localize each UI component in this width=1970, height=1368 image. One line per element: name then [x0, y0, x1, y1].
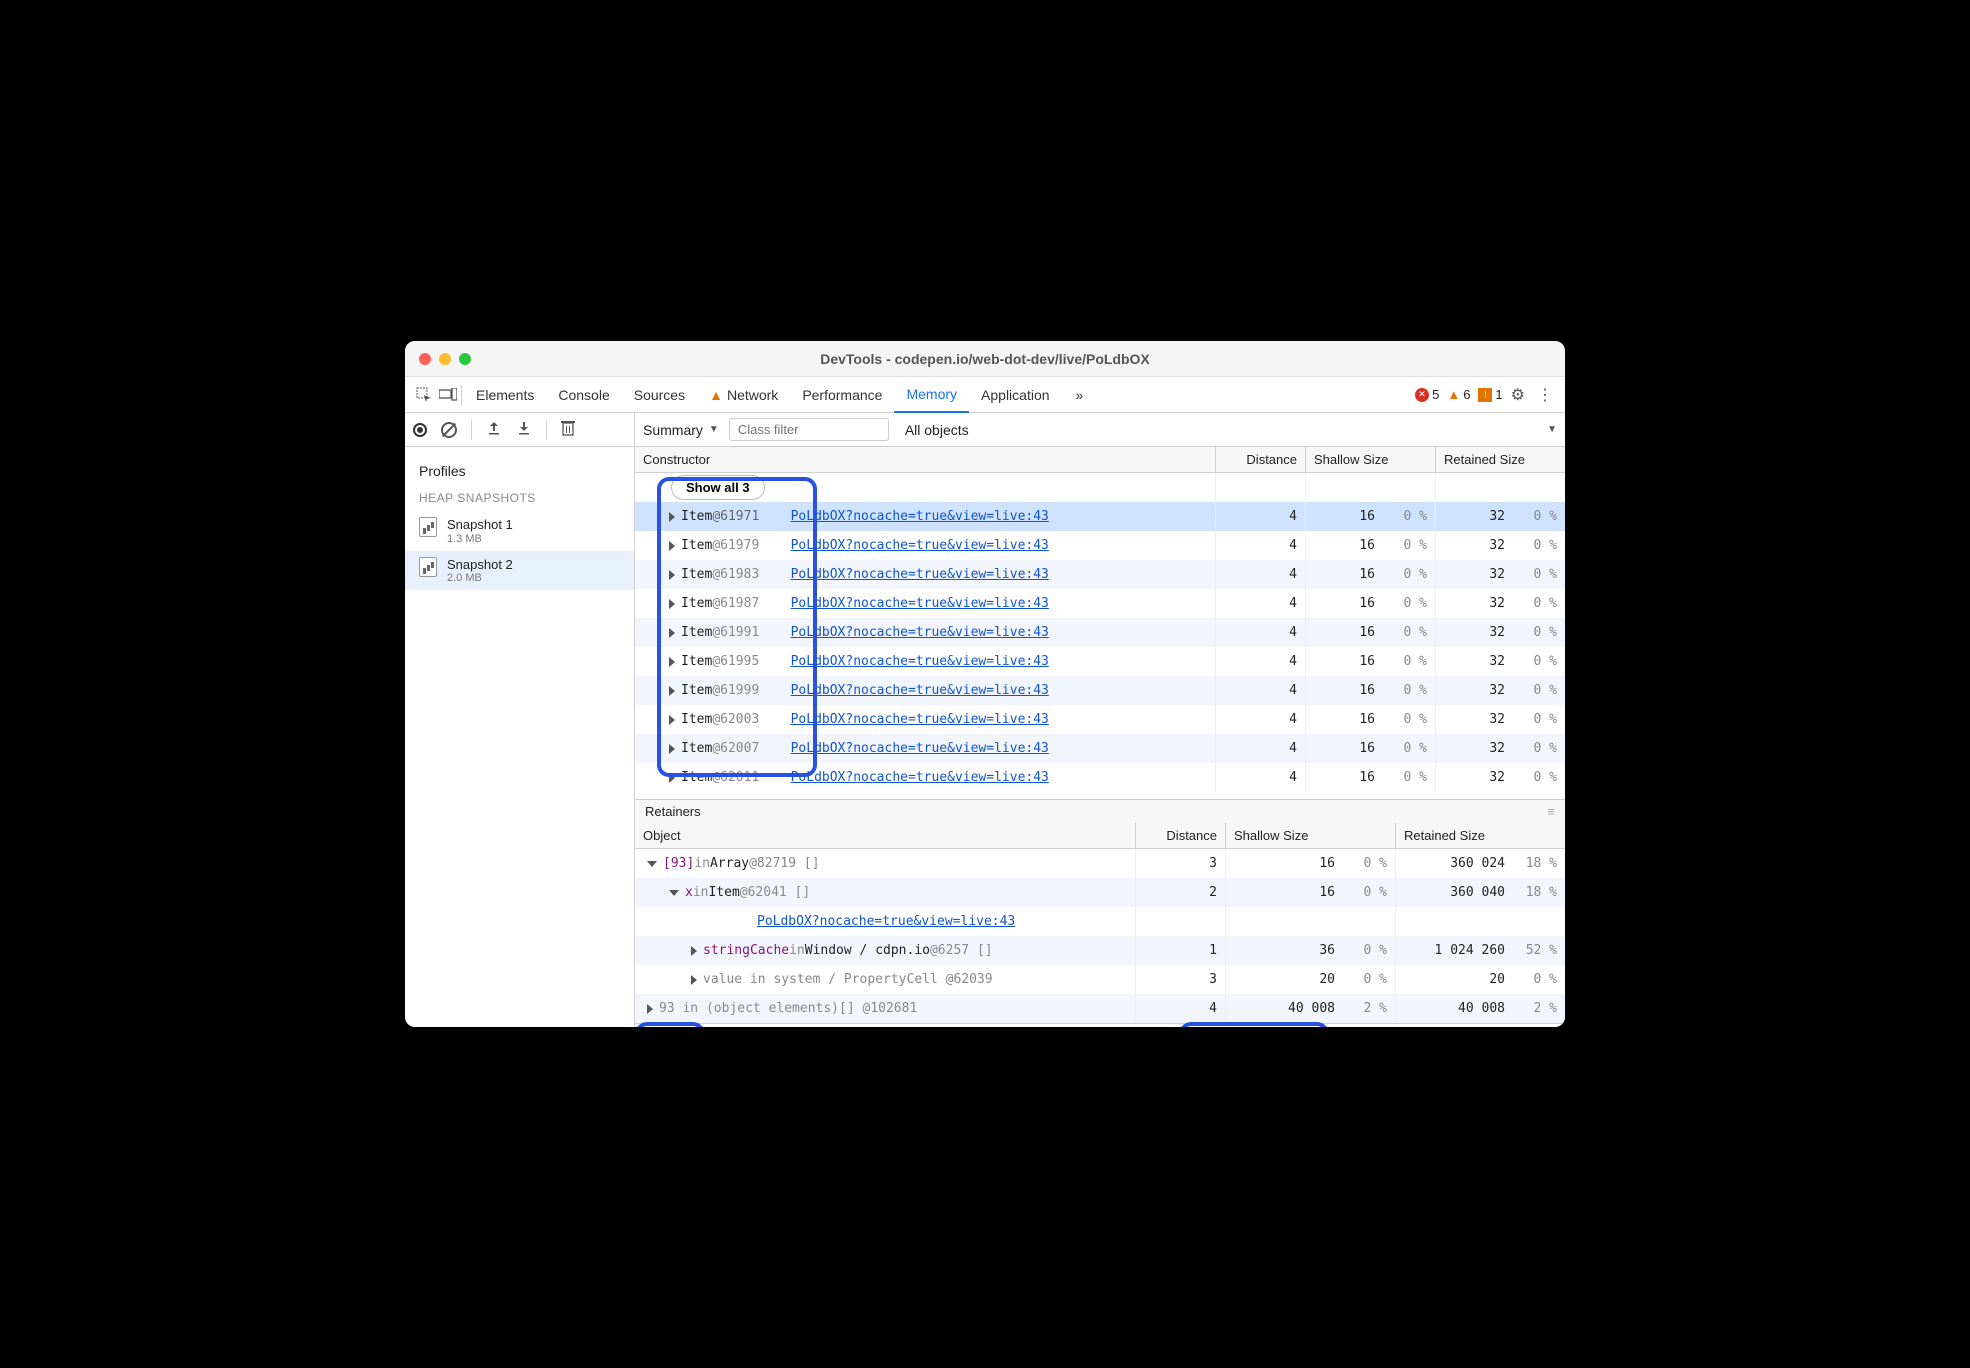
- constructor-row[interactable]: Item @61979 PoLdbOX?nocache=true&view=li…: [635, 531, 1565, 560]
- retainers-menu-icon[interactable]: ≡: [1547, 804, 1555, 819]
- constructor-row[interactable]: Item @62007 PoLdbOX?nocache=true&view=li…: [635, 734, 1565, 763]
- source-link[interactable]: PoLdbOX?nocache=true&view=live:43: [791, 509, 1049, 524]
- devtools-window: DevTools - codepen.io/web-dot-dev/live/P…: [405, 341, 1565, 1027]
- inspect-icon[interactable]: [413, 384, 435, 406]
- source-link[interactable]: PoLdbOX?nocache=true&view=live:43: [791, 596, 1049, 611]
- tab-console[interactable]: Console: [546, 377, 621, 413]
- constructor-grid-header: Constructor Distance Shallow Size Retain…: [635, 447, 1565, 473]
- retainer-row[interactable]: x in Item @62041 []2160 %360 04018 %: [635, 878, 1565, 907]
- tab-network[interactable]: ▲Network: [697, 377, 790, 413]
- retainer-row[interactable]: [93] in Array @82719 []3160 %360 02418 %: [635, 849, 1565, 878]
- titlebar: DevTools - codepen.io/web-dot-dev/live/P…: [405, 341, 1565, 377]
- constructor-row[interactable]: Item @62011 PoLdbOX?nocache=true&view=li…: [635, 763, 1565, 792]
- window-title: DevTools - codepen.io/web-dot-dev/live/P…: [405, 351, 1565, 367]
- more-icon[interactable]: ⋮: [1533, 385, 1557, 405]
- upload-icon[interactable]: [486, 420, 502, 439]
- col-shallow[interactable]: Shallow Size: [1305, 447, 1435, 472]
- constructor-row[interactable]: Item @62003 PoLdbOX?nocache=true&view=li…: [635, 705, 1565, 734]
- source-link[interactable]: PoLdbOX?nocache=true&view=live:43: [791, 712, 1049, 727]
- tab-application[interactable]: Application: [969, 377, 1062, 413]
- snapshot-name: Snapshot 1: [447, 517, 513, 533]
- show-all-row: Show all 3: [635, 473, 1565, 502]
- delete-icon[interactable]: [561, 420, 575, 439]
- constructor-row[interactable]: Item @61987 PoLdbOX?nocache=true&view=li…: [635, 589, 1565, 618]
- overflow-tabs[interactable]: »: [1064, 377, 1096, 413]
- annotation-search-count: [1179, 1022, 1329, 1027]
- class-filter-input[interactable]: [729, 418, 889, 441]
- status-badges: ✕5 ▲6 !1 ⚙ ⋮: [1415, 385, 1557, 405]
- rcol-distance[interactable]: Distance: [1135, 823, 1225, 848]
- col-distance[interactable]: Distance: [1215, 447, 1305, 472]
- retainer-row[interactable]: PoLdbOX?nocache=true&view=live:43: [635, 907, 1565, 936]
- warnings-badge[interactable]: ▲6: [1447, 387, 1470, 402]
- clear-icon[interactable]: [441, 422, 457, 438]
- source-link[interactable]: PoLdbOX?nocache=true&view=live:43: [791, 538, 1049, 553]
- search-bar: ✕ 6 of 20012 ˄ ˅ Aa Cancel: [635, 1023, 1565, 1027]
- constructor-row[interactable]: Item @61995 PoLdbOX?nocache=true&view=li…: [635, 647, 1565, 676]
- constructor-row[interactable]: Item @61983 PoLdbOX?nocache=true&view=li…: [635, 560, 1565, 589]
- col-constructor[interactable]: Constructor: [635, 447, 1215, 472]
- profiles-heading: Profiles: [405, 457, 634, 485]
- snapshot-size: 2.0 MB: [447, 572, 513, 584]
- source-link[interactable]: PoLdbOX?nocache=true&view=live:43: [791, 625, 1049, 640]
- main-pane: Constructor Distance Shallow Size Retain…: [635, 447, 1565, 1027]
- retainer-row[interactable]: 93 in (object elements)[] @102681440 008…: [635, 994, 1565, 1023]
- show-all-button[interactable]: Show all 3: [671, 475, 765, 500]
- snapshot-size: 1.3 MB: [447, 533, 513, 545]
- col-retained[interactable]: Retained Size: [1435, 447, 1565, 472]
- source-link[interactable]: PoLdbOX?nocache=true&view=live:43: [791, 567, 1049, 582]
- gear-icon[interactable]: ⚙: [1511, 385, 1525, 405]
- constructor-row[interactable]: Item @61991 PoLdbOX?nocache=true&view=li…: [635, 618, 1565, 647]
- record-icon[interactable]: [413, 423, 427, 437]
- errors-badge[interactable]: ✕5: [1415, 387, 1439, 402]
- retainers-grid: [93] in Array @82719 []3160 %360 02418 %…: [635, 849, 1565, 1023]
- download-icon[interactable]: [516, 420, 532, 439]
- source-link[interactable]: PoLdbOX?nocache=true&view=live:43: [791, 741, 1049, 756]
- constructor-row[interactable]: Item @61999 PoLdbOX?nocache=true&view=li…: [635, 676, 1565, 705]
- source-link[interactable]: PoLdbOX?nocache=true&view=live:43: [791, 683, 1049, 698]
- retainers-grid-header: Object Distance Shallow Size Retained Si…: [635, 823, 1565, 849]
- constructor-row[interactable]: Item @61971 PoLdbOX?nocache=true&view=li…: [635, 502, 1565, 531]
- retainer-row[interactable]: stringCache in Window / cdpn.io @6257 []…: [635, 936, 1565, 965]
- device-icon[interactable]: [437, 384, 459, 406]
- annotation-search-term: [635, 1022, 705, 1027]
- main-tabbar: ElementsConsoleSources▲NetworkPerformanc…: [405, 377, 1565, 413]
- rcol-object[interactable]: Object: [635, 823, 1135, 848]
- sidebar: Profiles HEAP SNAPSHOTS Snapshot 11.3 MB…: [405, 447, 635, 1027]
- view-select[interactable]: Summary▼: [643, 422, 719, 438]
- tab-sources[interactable]: Sources: [622, 377, 697, 413]
- source-link[interactable]: PoLdbOX?nocache=true&view=live:43: [791, 654, 1049, 669]
- tab-performance[interactable]: Performance: [790, 377, 894, 413]
- snapshot-item[interactable]: Snapshot 22.0 MB: [405, 551, 634, 591]
- issues-badge[interactable]: !1: [1478, 387, 1502, 402]
- rcol-retained[interactable]: Retained Size: [1395, 823, 1565, 848]
- scope-dropdown-icon[interactable]: ▼: [1547, 424, 1557, 435]
- snapshot-icon: [419, 557, 437, 577]
- scope-select[interactable]: All objects: [905, 422, 969, 438]
- rcol-shallow[interactable]: Shallow Size: [1225, 823, 1395, 848]
- tab-elements[interactable]: Elements: [464, 377, 546, 413]
- snapshot-item[interactable]: Snapshot 11.3 MB: [405, 511, 634, 551]
- retainers-header: Retainers≡: [635, 799, 1565, 823]
- source-link[interactable]: PoLdbOX?nocache=true&view=live:43: [791, 770, 1049, 785]
- retainer-row[interactable]: value in system / PropertyCell @62039320…: [635, 965, 1565, 994]
- snapshot-icon: [419, 517, 437, 537]
- snapshot-name: Snapshot 2: [447, 557, 513, 573]
- tab-memory[interactable]: Memory: [894, 377, 969, 413]
- heap-section: HEAP SNAPSHOTS: [405, 485, 634, 511]
- constructor-grid: Show all 3 Item @61971 PoLdbOX?nocache=t…: [635, 473, 1565, 799]
